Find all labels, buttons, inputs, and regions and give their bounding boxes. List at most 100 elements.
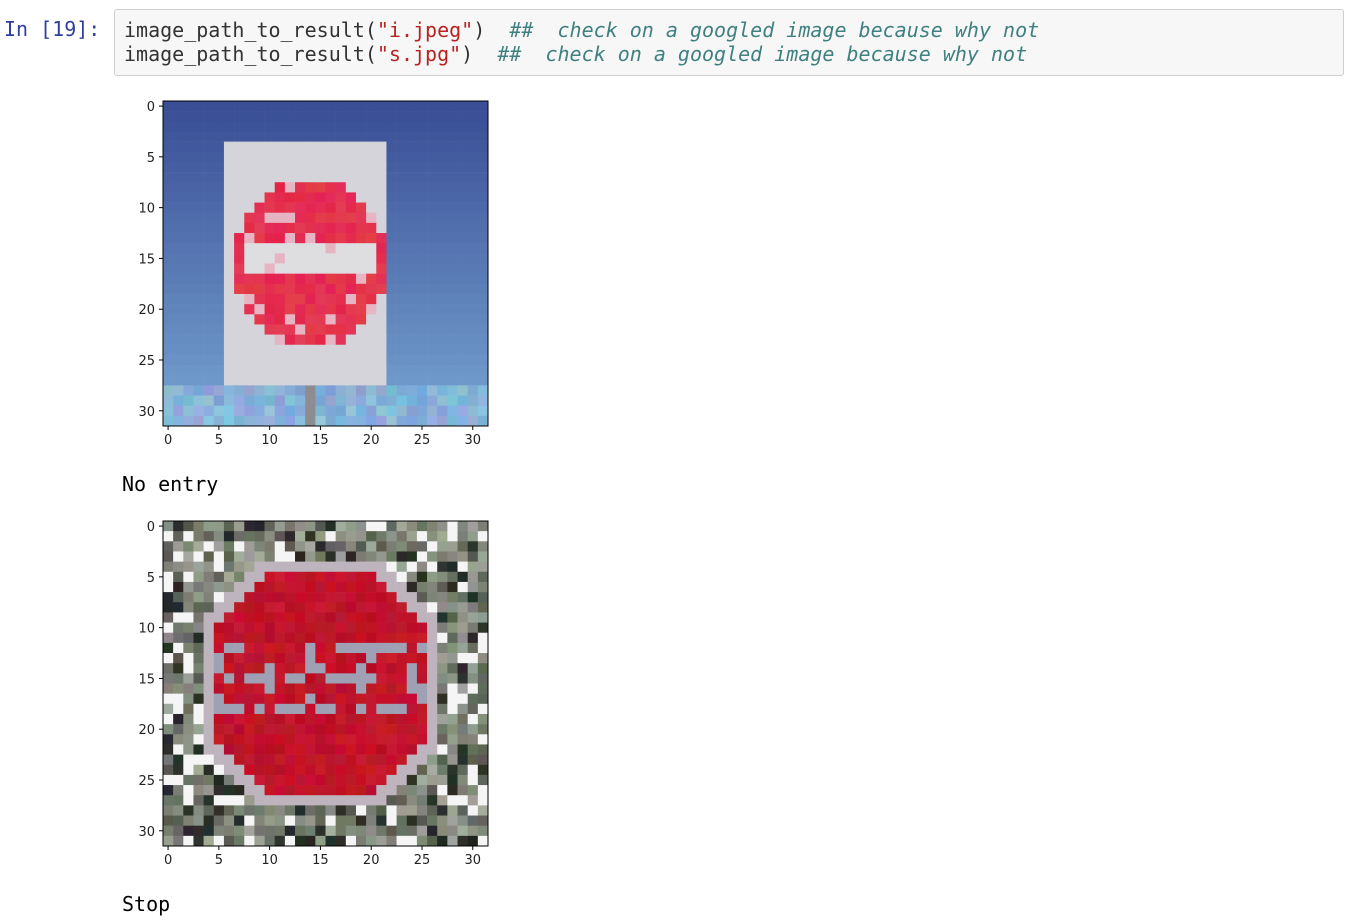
image-pixel <box>193 365 204 376</box>
image-pixel <box>406 101 418 112</box>
image-pixel <box>416 375 428 386</box>
image-pixel <box>355 663 367 674</box>
image-plot-svg: 0 5 10 15 20 25 30051015202530 <box>138 100 489 448</box>
image-pixel <box>264 795 276 806</box>
image-pixel <box>427 324 438 335</box>
image-pixel <box>427 592 438 603</box>
image-pixel <box>193 405 204 417</box>
image-pixel <box>355 602 367 613</box>
image-pixel <box>437 581 448 593</box>
image-pixel <box>213 212 225 224</box>
image-pixel <box>305 253 316 264</box>
image-pixel <box>295 111 306 122</box>
image-pixel <box>416 151 428 163</box>
image-pixel <box>223 744 235 755</box>
x-tick-label: 30 <box>464 433 481 448</box>
image-pixel <box>213 365 225 376</box>
image-pixel <box>254 253 265 264</box>
image-pixel <box>355 324 367 335</box>
image-pixel <box>355 222 367 234</box>
image-pixel <box>467 111 479 122</box>
image-pixel <box>315 253 326 264</box>
image-pixel <box>437 192 448 203</box>
image-pixel <box>467 415 479 427</box>
image-pixel <box>447 581 458 593</box>
image-pixel <box>193 293 204 305</box>
image-pixel <box>386 243 397 254</box>
image-pixel <box>274 111 286 122</box>
image-pixel <box>457 334 468 346</box>
image-pixel <box>315 592 326 603</box>
image-pixel <box>193 541 204 552</box>
image-pixel <box>213 764 225 776</box>
image-pixel <box>163 263 174 274</box>
image-pixel <box>406 192 418 203</box>
image-pixel <box>284 243 296 254</box>
image-pixel <box>315 561 326 573</box>
image-pixel <box>234 734 245 745</box>
image-pixel <box>315 111 326 122</box>
image-pixel <box>264 141 276 153</box>
image-pixel <box>427 581 438 593</box>
image-pixel <box>335 734 347 745</box>
image-pixel <box>244 703 255 715</box>
x-tick-label: 0 <box>164 433 172 448</box>
image-pixel <box>173 192 184 203</box>
image-pixel <box>305 642 316 654</box>
image-pixel <box>213 602 225 613</box>
image-pixel <box>305 212 316 224</box>
image-pixel <box>345 283 357 295</box>
image-pixel <box>244 561 255 573</box>
image-pixel <box>173 395 184 406</box>
image-pixel <box>193 693 204 705</box>
image-pixel <box>386 334 397 346</box>
image-pixel <box>437 774 448 786</box>
image-pixel <box>183 354 194 366</box>
code-cell-input[interactable]: image_path_to_result("i.jpeg") ## check … <box>114 9 1344 76</box>
image-pixel <box>467 683 479 694</box>
image-pixel <box>366 243 377 254</box>
image-pixel <box>254 703 265 715</box>
image-pixel <box>477 283 489 295</box>
image-pixel <box>325 233 336 244</box>
image-pixel <box>203 344 215 356</box>
image-pixel <box>193 764 204 776</box>
image-pixel <box>254 561 265 573</box>
image-pixel <box>244 673 255 684</box>
image-pixel <box>457 161 468 173</box>
image-pixel <box>467 121 479 132</box>
code-comment: ## check on a googled image because why … <box>509 18 1040 42</box>
image-pixel <box>477 815 489 826</box>
image-pixel <box>284 344 296 356</box>
image-pixel <box>213 734 225 745</box>
image-pixel <box>203 653 215 664</box>
image-pixel <box>244 273 255 285</box>
image-pixel <box>376 693 387 705</box>
image-pixel <box>223 724 235 735</box>
image-pixel <box>335 131 347 142</box>
image-pixel <box>213 693 225 705</box>
image-pixel <box>163 825 174 837</box>
image-pixel <box>437 805 448 816</box>
image-pixel <box>396 724 408 735</box>
image-pixel <box>366 202 377 214</box>
image-pixel <box>234 764 245 776</box>
image-pixel <box>345 663 357 674</box>
image-pixel <box>386 405 397 417</box>
image-pixel <box>345 395 357 406</box>
image-pixel <box>295 101 306 112</box>
image-pixel <box>295 561 306 573</box>
image-pixel <box>416 365 428 376</box>
image-pixel <box>447 101 458 112</box>
image-pixel <box>234 632 245 644</box>
image-pixel <box>234 571 245 583</box>
image-pixel <box>183 405 194 417</box>
y-tick-label: 0 <box>147 100 155 115</box>
image-pixel <box>193 713 204 725</box>
image-pixel <box>406 131 418 142</box>
image-pixel <box>234 192 245 203</box>
image-pixel <box>457 764 468 776</box>
image-pixel <box>345 415 357 427</box>
image-pixel <box>274 703 286 715</box>
image-pixel <box>345 825 357 837</box>
